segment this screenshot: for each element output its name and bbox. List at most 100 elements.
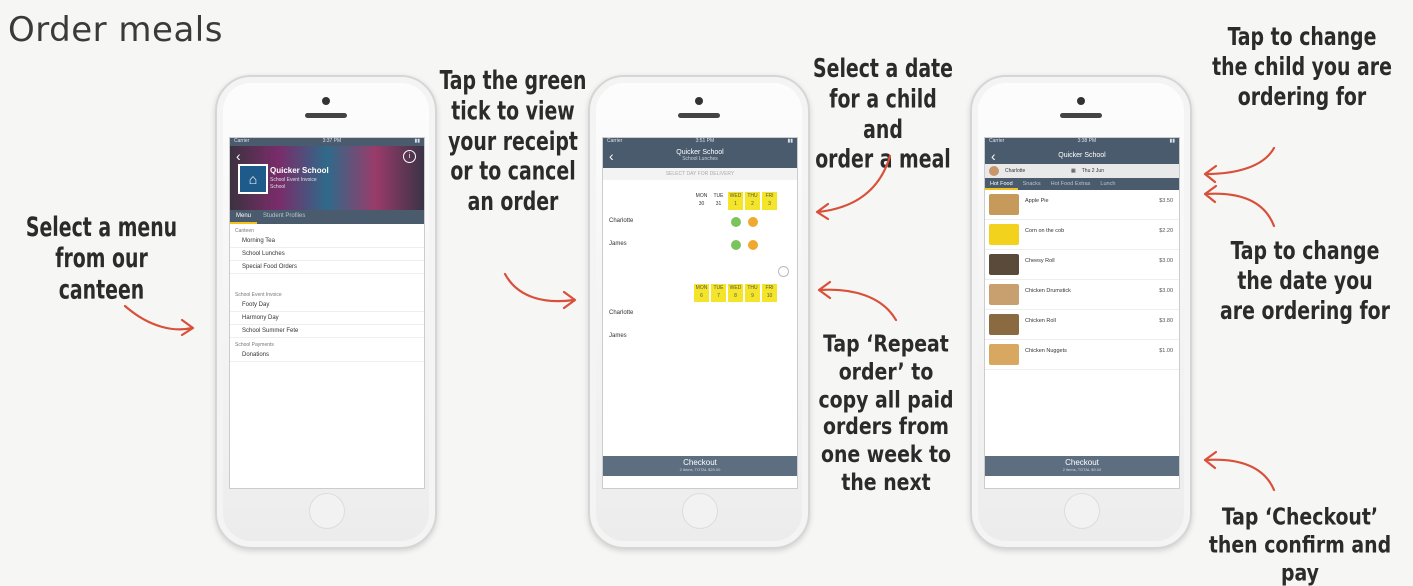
home-button[interactable]: [682, 493, 718, 529]
school-subtitle: School Event Invoice School: [270, 177, 317, 190]
day-wed-1[interactable]: WED 1: [728, 192, 743, 210]
checkout-label: Checkout: [1065, 458, 1099, 467]
child-james: James: [609, 241, 627, 247]
repeat-order-icon[interactable]: [778, 266, 789, 277]
food-thumbnail: [989, 254, 1019, 275]
section-school-events: School Event Invoice: [235, 292, 282, 298]
food-item[interactable]: Chicken Roll $3.80: [985, 310, 1179, 340]
speaker-grille: [678, 113, 720, 118]
child-charlotte: Charlotte: [609, 218, 634, 224]
camera-icon: [322, 97, 330, 105]
child-charlotte: Charlotte: [609, 310, 634, 316]
speaker-grille: [305, 113, 347, 118]
day-thu-2[interactable]: THU 2: [745, 192, 760, 210]
caption-change-child: Tap to change the child you are ordering…: [1212, 22, 1392, 111]
nav-bar: ‹ Quicker School School Lunches: [603, 146, 797, 168]
nav-title: Quicker School: [1058, 152, 1106, 159]
tab-snacks[interactable]: Snacks: [1018, 178, 1046, 190]
info-icon[interactable]: i: [403, 150, 416, 163]
checkout-label: Checkout: [683, 458, 717, 467]
menu-item-special-food-orders[interactable]: Special Food Orders: [230, 261, 424, 274]
menu-item-morning-tea[interactable]: Morning Tea: [230, 235, 424, 248]
tab-lunch[interactable]: Lunch: [1095, 178, 1120, 190]
camera-icon: [695, 97, 703, 105]
day-fri-10[interactable]: FRI 10: [762, 284, 777, 302]
home-button[interactable]: [1064, 493, 1100, 529]
day-tue-7[interactable]: TUE 7: [711, 284, 726, 302]
phone-food-list: Carrier 3:38 PM ▮▮ ‹ Quicker School Charlo…: [970, 75, 1192, 549]
day-mon-30[interactable]: MON 30: [694, 192, 709, 210]
food-item[interactable]: Apple Pie $3.50: [985, 190, 1179, 220]
back-chevron-icon[interactable]: ‹: [609, 148, 614, 164]
tab-hot-food-extras[interactable]: Hot Food Extras: [1046, 178, 1096, 190]
arrow-select-date: [815, 154, 892, 221]
orange-order-icon[interactable]: [748, 217, 758, 227]
food-item[interactable]: Corn on the cob $2.20: [985, 220, 1179, 250]
menu-tabs: Menu Student Profiles: [230, 210, 424, 224]
camera-icon: [1077, 97, 1085, 105]
date-selector[interactable]: Thu 2 Jun: [1082, 168, 1104, 174]
phone-calendar: Carrier 3:51 PM ▮▮ ‹ Quicker School School…: [588, 75, 810, 549]
status-bar: Carrier 3:51 PM ▮▮: [603, 138, 797, 146]
caption-checkout: Tap ‘Checkout’ then confirm and pay: [1208, 503, 1392, 586]
arrow-change-date: [1203, 184, 1276, 228]
child-james: James: [609, 333, 627, 339]
menu-item-footy-day[interactable]: Footy Day: [230, 299, 424, 312]
speaker-grille: [1060, 113, 1102, 118]
food-item[interactable]: Chicken Drumstick $3.00: [985, 280, 1179, 310]
food-thumbnail: [989, 224, 1019, 245]
phone-menu: Carrier 3:37 PM ▮▮ ‹ i ⌂ Quicker School Sc…: [215, 75, 437, 549]
menu-item-donations[interactable]: Donations: [230, 349, 424, 362]
food-thumbnail: [989, 344, 1019, 365]
nav-bar: ‹ Quicker School: [985, 146, 1179, 164]
child-selector[interactable]: Charlotte: [1005, 168, 1065, 174]
tab-hot-food[interactable]: Hot Food: [985, 178, 1018, 190]
menu-item-summer-fete[interactable]: School Summer Fete: [230, 325, 424, 338]
green-tick-icon[interactable]: [731, 217, 741, 227]
screen-calendar: Carrier 3:51 PM ▮▮ ‹ Quicker School School…: [602, 137, 798, 489]
status-bar: Carrier 3:37 PM ▮▮: [230, 138, 424, 146]
food-thumbnail: [989, 284, 1019, 305]
food-item[interactable]: Chicken Nuggets $1.00: [985, 340, 1179, 370]
caption-green-tick: Tap the green tick to view your receipt …: [439, 66, 587, 217]
menu-item-school-lunches[interactable]: School Lunches: [230, 248, 424, 261]
section-canteen: Canteen: [235, 228, 254, 234]
checkout-button[interactable]: Checkout 2 items, TOTAL $20.00: [603, 456, 797, 476]
home-button[interactable]: [309, 493, 345, 529]
menu-item-harmony-day[interactable]: Harmony Day: [230, 312, 424, 325]
day-tue-31[interactable]: TUE 31: [711, 192, 726, 210]
arrow-checkout: [1203, 450, 1276, 492]
calendar-icon[interactable]: ▦: [1071, 168, 1076, 174]
caption-repeat-order: Tap ‘Repeat order’ to copy all paid orde…: [818, 330, 954, 496]
arrow-repeat-order: [817, 280, 898, 322]
food-item[interactable]: Cheesy Roll $3.00: [985, 250, 1179, 280]
tab-menu[interactable]: Menu: [230, 210, 258, 224]
back-chevron-icon[interactable]: ‹: [991, 148, 996, 164]
food-thumbnail: [989, 314, 1019, 335]
nav-subtitle: School Lunches: [682, 156, 718, 162]
day-fri-3[interactable]: FRI 3: [762, 192, 777, 210]
child-date-picker: Charlotte ▦ Thu 2 Jun: [985, 164, 1179, 178]
food-tabs: Hot Food Snacks Hot Food Extras Lunch: [985, 178, 1179, 190]
checkout-total: 2 items, TOTAL $20.00: [679, 467, 721, 472]
checkout-total: 2 items, TOTAL $9.00: [1062, 467, 1102, 472]
select-day-label: SELECT DAY FOR DELIVERY: [603, 168, 797, 180]
checkout-button[interactable]: Checkout 2 items, TOTAL $9.00: [985, 456, 1179, 476]
day-wed-8[interactable]: WED 8: [728, 284, 743, 302]
arrow-select-menu: [123, 304, 195, 337]
caption-change-date: Tap to change the date you are ordering …: [1220, 236, 1390, 325]
day-thu-9[interactable]: THU 9: [745, 284, 760, 302]
school-name: Quicker School: [270, 166, 329, 175]
orange-order-icon[interactable]: [748, 240, 758, 250]
arrow-change-child: [1203, 146, 1276, 184]
tab-student-profiles[interactable]: Student Profiles: [257, 210, 311, 224]
day-mon-6[interactable]: MON 6: [694, 284, 709, 302]
caption-select-menu: Select a menu from our canteen: [25, 212, 178, 304]
screen-menu: Carrier 3:37 PM ▮▮ ‹ i ⌂ Quicker School Sc…: [229, 137, 425, 489]
status-bar: Carrier 3:38 PM ▮▮: [985, 138, 1179, 146]
avatar[interactable]: [989, 166, 999, 176]
school-logo: ⌂: [238, 164, 268, 194]
arrow-green-tick: [503, 272, 577, 310]
back-chevron-icon[interactable]: ‹: [236, 148, 241, 164]
green-tick-icon[interactable]: [731, 240, 741, 250]
